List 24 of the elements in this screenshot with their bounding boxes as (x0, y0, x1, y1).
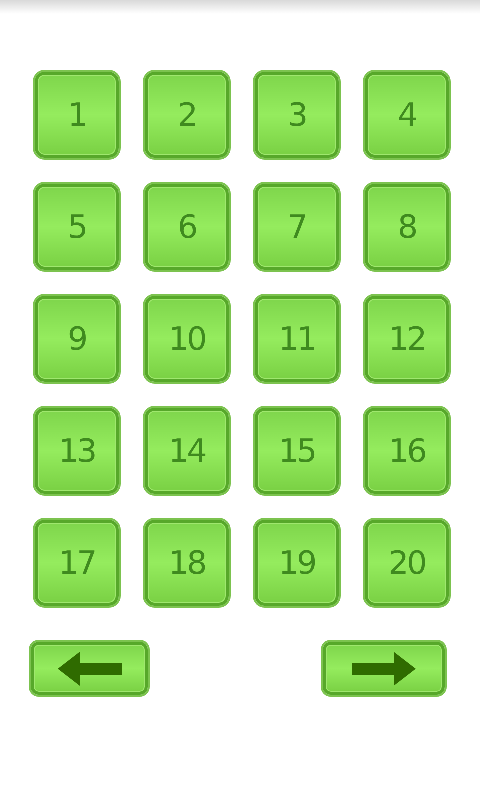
level-button[interactable]: 16 (365, 408, 449, 494)
level-button[interactable]: 18 (145, 520, 229, 606)
level-button[interactable]: 6 (145, 184, 229, 270)
right-arrow-icon (352, 652, 416, 686)
level-button[interactable]: 8 (365, 184, 449, 270)
previous-button[interactable] (31, 642, 148, 695)
level-button[interactable]: 15 (255, 408, 339, 494)
level-button[interactable]: 3 (255, 72, 339, 158)
left-arrow-icon (58, 652, 122, 686)
level-button[interactable]: 1 (35, 72, 119, 158)
level-button[interactable]: 12 (365, 296, 449, 382)
next-button[interactable] (323, 642, 445, 695)
level-button[interactable]: 17 (35, 520, 119, 606)
level-button[interactable]: 4 (365, 72, 449, 158)
level-button[interactable]: 13 (35, 408, 119, 494)
level-button[interactable]: 9 (35, 296, 119, 382)
level-button[interactable]: 7 (255, 184, 339, 270)
level-button[interactable]: 20 (365, 520, 449, 606)
level-button[interactable]: 2 (145, 72, 229, 158)
level-button[interactable]: 10 (145, 296, 229, 382)
level-button[interactable]: 5 (35, 184, 119, 270)
level-button[interactable]: 14 (145, 408, 229, 494)
level-button[interactable]: 19 (255, 520, 339, 606)
level-button[interactable]: 11 (255, 296, 339, 382)
